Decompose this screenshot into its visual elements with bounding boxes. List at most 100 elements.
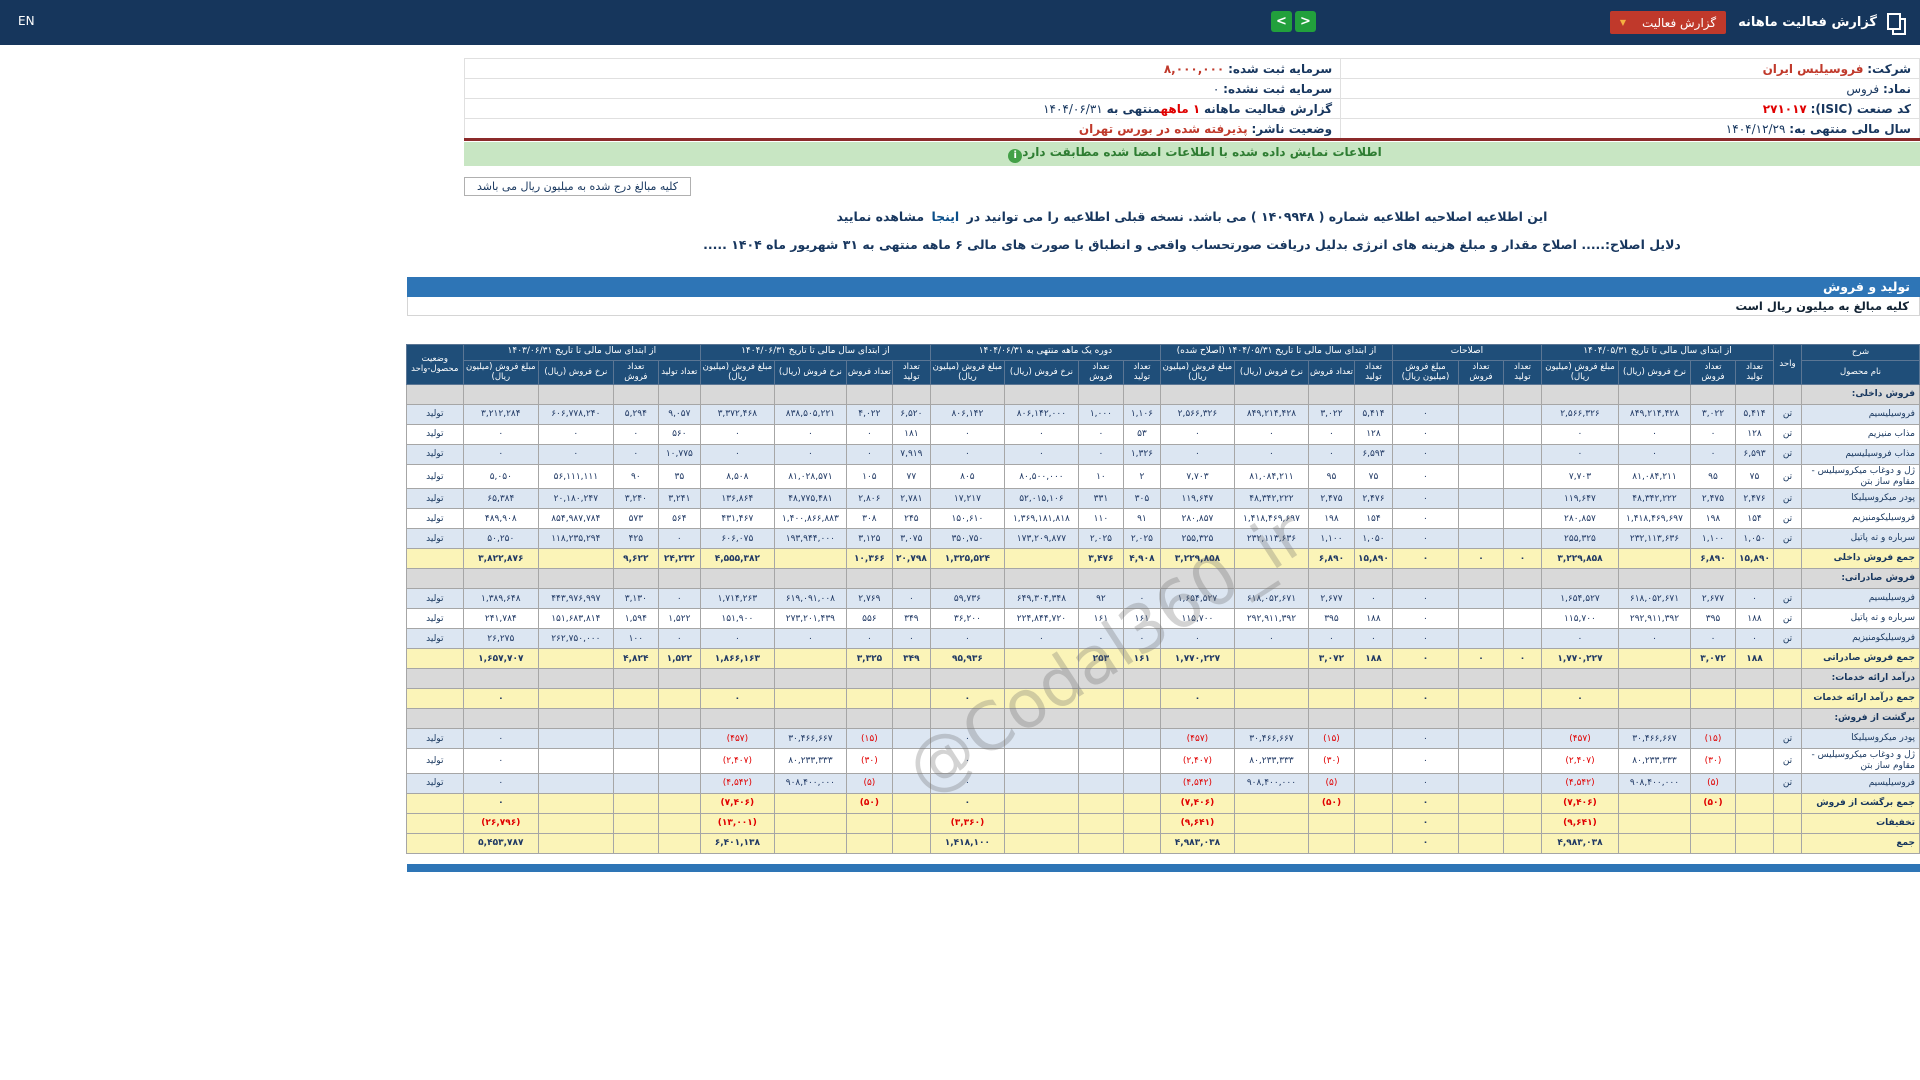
value-cell: ۳,۱۲۵ bbox=[846, 529, 892, 549]
value-cell: ۳,۴۷۶ bbox=[1078, 549, 1123, 569]
unit-cell: تن bbox=[1774, 464, 1802, 489]
product-name-cell: ژل و دوغاب میکروسیلیس - مقاوم ساز بتن bbox=[1802, 749, 1920, 774]
value-cell: ۰ bbox=[1392, 589, 1458, 609]
value-cell bbox=[1458, 629, 1503, 649]
header-subcolumn: نرخ فروش (ریال) bbox=[1234, 360, 1308, 384]
report-copy-icon[interactable] bbox=[1889, 13, 1906, 33]
value-cell: ۵۵۶ bbox=[846, 609, 892, 629]
value-cell bbox=[1458, 669, 1503, 689]
value-cell: (۵) bbox=[1308, 773, 1354, 793]
value-cell: ۶,۵۲۰ bbox=[892, 404, 930, 424]
value-cell: ۳,۸۲۲,۸۷۶ bbox=[463, 549, 538, 569]
value-cell: ۳۰,۴۶۶,۶۶۷ bbox=[1234, 729, 1308, 749]
value-cell: ۵۰,۲۵۰ bbox=[463, 529, 538, 549]
value-cell: ۱۰,۷۷۵ bbox=[658, 444, 700, 464]
value-cell: ۷,۷۰۳ bbox=[1541, 464, 1618, 489]
value-cell: ۰ bbox=[1308, 444, 1354, 464]
value-cell bbox=[538, 773, 613, 793]
table-row: مذاب منیزیمتن۱۲۸۰۰۰۰۱۲۸۰۰۰۵۳۰۰۰۱۸۱۰۰۰۵۶۰… bbox=[406, 424, 1919, 444]
product-status-cell bbox=[406, 384, 463, 404]
value-cell bbox=[1458, 793, 1503, 813]
table-header: شرحواحداز ابتدای سال مالی تا تاریخ ۱۴۰۴/… bbox=[406, 344, 1919, 384]
amount-note-row: کلیه مبالغ درج شده به میلیون ریال می باش… bbox=[464, 175, 1920, 196]
value-cell bbox=[1123, 749, 1160, 774]
value-cell bbox=[1354, 384, 1392, 404]
value-cell bbox=[1736, 729, 1774, 749]
value-cell bbox=[1458, 384, 1503, 404]
value-cell: ۹۲ bbox=[1078, 589, 1123, 609]
value-cell bbox=[1354, 749, 1392, 774]
value-cell: ۹۰۸,۴۰۰,۰۰۰ bbox=[774, 773, 846, 793]
value-cell bbox=[774, 649, 846, 669]
value-cell: ۱۵۴ bbox=[1736, 509, 1774, 529]
value-cell bbox=[538, 749, 613, 774]
report-type-dropdown[interactable]: گزارش فعالیت ▼ bbox=[1610, 11, 1726, 34]
value-cell bbox=[700, 569, 774, 589]
next-report-button[interactable]: > bbox=[1295, 11, 1316, 32]
value-cell: ۱۹۳,۹۴۴,۰۰۰ bbox=[774, 529, 846, 549]
value-cell: ۱,۱۰۶ bbox=[1123, 404, 1160, 424]
value-cell: (۲,۴۰۷) bbox=[1160, 749, 1234, 774]
value-cell: ۰ bbox=[930, 444, 1004, 464]
previous-version-link[interactable]: اینجا bbox=[931, 209, 959, 224]
value-cell bbox=[1123, 569, 1160, 589]
report-period-label: گزارش فعالیت ماهانه bbox=[1204, 102, 1332, 116]
table-row: ژل و دوغاب میکروسیلیس - مقاوم ساز بتنتن(… bbox=[406, 749, 1919, 774]
value-cell: ۶۱۸,۰۵۲,۶۷۱ bbox=[1619, 589, 1691, 609]
value-cell: ۸۳۸,۵۰۵,۲۲۱ bbox=[774, 404, 846, 424]
value-cell: ۰ bbox=[700, 444, 774, 464]
value-cell: ۰ bbox=[1078, 424, 1123, 444]
value-cell: ۰ bbox=[1541, 689, 1618, 709]
value-cell: ۲,۵۶۶,۳۲۶ bbox=[1160, 404, 1234, 424]
header-subcolumn: مبلغ فروش (میلیون ریال) bbox=[930, 360, 1004, 384]
value-cell bbox=[1736, 833, 1774, 853]
value-cell: ۳۰۸ bbox=[846, 509, 892, 529]
previous-report-button[interactable]: < bbox=[1271, 11, 1292, 32]
value-cell: ۱,۶۵۷,۷۰۷ bbox=[463, 649, 538, 669]
unit-cell: تن bbox=[1774, 424, 1802, 444]
value-cell bbox=[1123, 689, 1160, 709]
value-cell: ۰ bbox=[1392, 404, 1458, 424]
value-cell: ۷,۷۰۳ bbox=[1160, 464, 1234, 489]
value-cell: ۲۳۲,۱۱۳,۶۳۶ bbox=[1619, 529, 1691, 549]
value-cell bbox=[1619, 793, 1691, 813]
value-cell: ۳,۳۲۵ bbox=[846, 649, 892, 669]
value-cell bbox=[658, 729, 700, 749]
value-cell: ۰ bbox=[774, 444, 846, 464]
value-cell bbox=[658, 773, 700, 793]
value-cell bbox=[1234, 649, 1308, 669]
value-cell bbox=[892, 793, 930, 813]
product-status-cell bbox=[406, 649, 463, 669]
value-cell bbox=[1004, 709, 1078, 729]
value-cell: ۵۶,۱۱۱,۱۱۱ bbox=[538, 464, 613, 489]
value-cell: ۹,۰۵۷ bbox=[658, 404, 700, 424]
value-cell: ۰ bbox=[700, 629, 774, 649]
symbol-label: نماد: bbox=[1883, 82, 1911, 96]
value-cell: ۱۱۵,۷۰۰ bbox=[1160, 609, 1234, 629]
value-cell: ۳۶,۲۰۰ bbox=[930, 609, 1004, 629]
value-cell: ۰ bbox=[1160, 629, 1234, 649]
unit-cell: تن bbox=[1774, 609, 1802, 629]
value-cell bbox=[1354, 833, 1392, 853]
value-cell: ۸۴۹,۲۱۴,۴۲۸ bbox=[1234, 404, 1308, 424]
value-cell bbox=[1503, 813, 1541, 833]
product-status-cell: تولید bbox=[406, 489, 463, 509]
value-cell: ۰ bbox=[1123, 589, 1160, 609]
value-cell bbox=[1004, 649, 1078, 669]
language-toggle-en[interactable]: EN bbox=[18, 14, 35, 28]
value-cell bbox=[892, 669, 930, 689]
value-cell: ۳,۱۳۰ bbox=[613, 589, 658, 609]
value-cell: ۲ bbox=[1123, 464, 1160, 489]
value-cell bbox=[1078, 729, 1123, 749]
value-cell bbox=[463, 569, 538, 589]
value-cell: ۴۸۹,۹۰۸ bbox=[463, 509, 538, 529]
value-cell: ۰ bbox=[1234, 629, 1308, 649]
value-cell: ۹۱ bbox=[1123, 509, 1160, 529]
product-status-cell bbox=[406, 833, 463, 853]
value-cell: ۰ bbox=[1392, 729, 1458, 749]
value-cell bbox=[1234, 384, 1308, 404]
value-cell bbox=[892, 729, 930, 749]
value-cell: ۲,۷۶۹ bbox=[846, 589, 892, 609]
value-cell bbox=[1004, 549, 1078, 569]
value-cell: ۳۴۹ bbox=[892, 609, 930, 629]
